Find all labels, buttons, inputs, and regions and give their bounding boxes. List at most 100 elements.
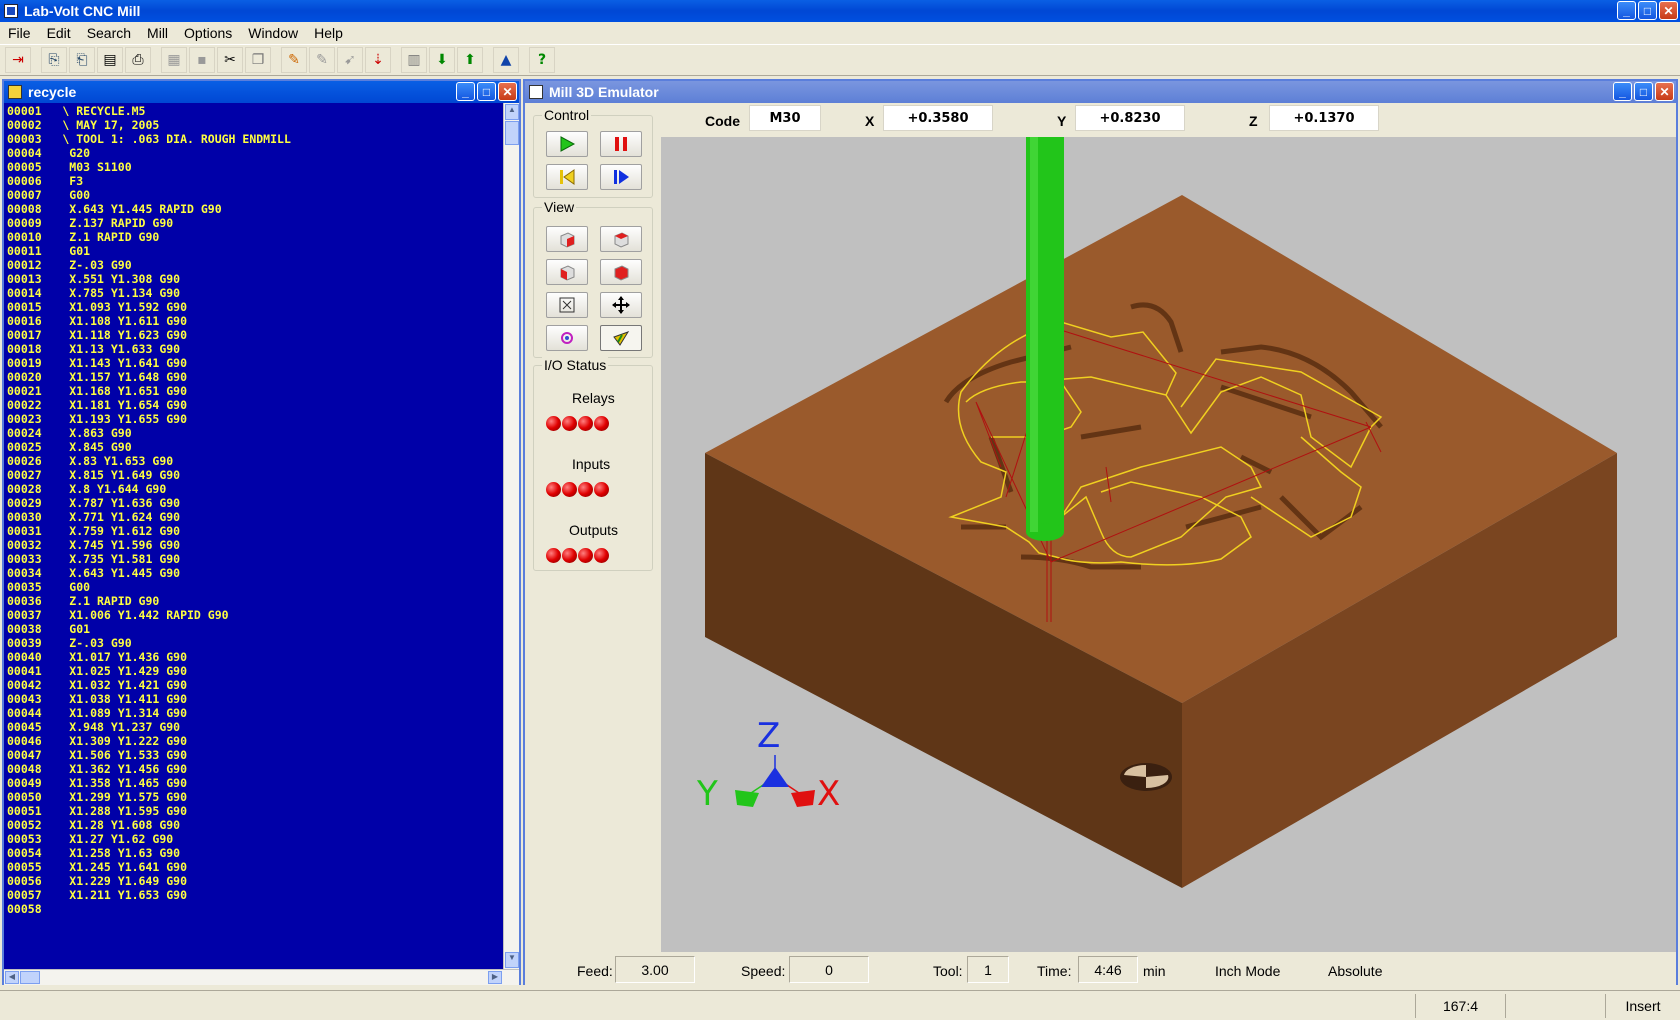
emulator-maximize-button[interactable]: □ [1634,82,1653,101]
close-button[interactable]: ✕ [1659,1,1678,20]
code-line[interactable]: 00038 G01 [7,622,503,636]
editor-close-button[interactable]: ✕ [498,82,517,101]
grid-icon[interactable]: ▥ [401,47,427,73]
view-iso-front-button[interactable] [546,226,588,252]
zoom-fit-button[interactable] [546,292,588,318]
scroll-thumb[interactable] [505,121,519,145]
minimize-button[interactable]: _ [1617,1,1636,20]
exit-icon[interactable]: ⇥ [5,47,31,73]
scroll-left-icon[interactable]: ◀ [5,971,19,984]
code-line[interactable]: 00019 X1.143 Y1.641 G90 [7,356,503,370]
code-line[interactable]: 00023 X1.193 Y1.655 G90 [7,412,503,426]
view-iso-side-button[interactable] [600,226,642,252]
rewind-button[interactable] [546,164,588,190]
code-line[interactable]: 00041 X1.025 Y1.429 G90 [7,664,503,678]
code-line[interactable]: 00053 X1.27 Y1.62 G90 [7,832,503,846]
print-icon[interactable]: ⎙ [125,47,151,73]
disabled-icon[interactable]: ▦ [161,47,187,73]
emulator-icon[interactable]: ▲ [493,47,519,73]
3d-viewport[interactable]: Z Y X [661,137,1676,952]
disabled-icon[interactable]: ▪ [189,47,215,73]
code-line[interactable]: 00016 X1.108 Y1.611 G90 [7,314,503,328]
code-line[interactable]: 00036 Z.1 RAPID G90 [7,594,503,608]
code-line[interactable]: 00011 G01 [7,244,503,258]
code-line[interactable]: 00047 X1.506 Y1.533 G90 [7,748,503,762]
code-line[interactable]: 00051 X1.288 Y1.595 G90 [7,804,503,818]
emulator-close-button[interactable]: ✕ [1655,82,1674,101]
code-line[interactable]: 00015 X1.093 Y1.592 G90 [7,300,503,314]
code-line[interactable]: 00042 X1.032 Y1.421 G90 [7,678,503,692]
code-line[interactable]: 00029 X.787 Y1.636 G90 [7,496,503,510]
code-line[interactable]: 00003 \ TOOL 1: .063 DIA. ROUGH ENDMILL [7,132,503,146]
code-line[interactable]: 00028 X.8 Y1.644 G90 [7,482,503,496]
code-line[interactable]: 00044 X1.089 Y1.314 G90 [7,706,503,720]
code-line[interactable]: 00033 X.735 Y1.581 G90 [7,552,503,566]
play-button[interactable] [546,131,588,157]
open-icon[interactable]: ⎘ [41,47,67,73]
maximize-button[interactable]: □ [1638,1,1657,20]
code-line[interactable]: 00045 X.948 Y1.237 G90 [7,720,503,734]
code-line[interactable]: 00035 G00 [7,580,503,594]
menu-search[interactable]: Search [79,25,139,41]
menu-mill[interactable]: Mill [139,25,176,41]
code-line[interactable]: 00039 Z-.03 G90 [7,636,503,650]
view-right-button[interactable] [600,259,642,285]
code-line[interactable]: 00002 \ MAY 17, 2005 [7,118,503,132]
find-icon[interactable]: ✎ [281,47,307,73]
code-line[interactable]: 00013 X.551 Y1.308 G90 [7,272,503,286]
code-line[interactable]: 00022 X1.181 Y1.654 G90 [7,398,503,412]
code-line[interactable]: 00043 X1.038 Y1.411 G90 [7,692,503,706]
code-line[interactable]: 00017 X1.118 Y1.623 G90 [7,328,503,342]
code-line[interactable]: 00012 Z-.03 G90 [7,258,503,272]
scroll-up-icon[interactable]: ▲ [505,104,519,120]
code-line[interactable]: 00054 X1.258 Y1.63 G90 [7,846,503,860]
toolpath-toggle-button[interactable] [600,325,642,351]
code-line[interactable]: 00006 F3 [7,174,503,188]
menu-file[interactable]: File [0,25,39,41]
save-icon[interactable]: ⎗ [69,47,95,73]
code-line[interactable]: 00018 X1.13 Y1.633 G90 [7,342,503,356]
download-icon[interactable]: ⬇ [429,47,455,73]
code-line[interactable]: 00020 X1.157 Y1.648 G90 [7,370,503,384]
pan-button[interactable] [600,292,642,318]
menu-edit[interactable]: Edit [39,25,79,41]
find-disabled-icon[interactable]: ✎ [309,47,335,73]
code-line[interactable]: 00055 X1.245 Y1.641 G90 [7,860,503,874]
code-line[interactable]: 00010 Z.1 RAPID G90 [7,230,503,244]
code-line[interactable]: 00005 M03 S1100 [7,160,503,174]
code-line[interactable]: 00024 X.863 G90 [7,426,503,440]
copy-icon[interactable]: ❐ [245,47,271,73]
jump-icon[interactable]: ⇣ [365,47,391,73]
scroll-right-icon[interactable]: ▶ [488,971,502,984]
code-line[interactable]: 00008 X.643 Y1.445 RAPID G90 [7,202,503,216]
upload-icon[interactable]: ⬆ [457,47,483,73]
code-line[interactable]: 00037 X1.006 Y1.442 RAPID G90 [7,608,503,622]
help-icon[interactable]: ? [529,47,555,73]
stop-button[interactable] [600,131,642,157]
code-line[interactable]: 00014 X.785 Y1.134 G90 [7,286,503,300]
code-line[interactable]: 00030 X.771 Y1.624 G90 [7,510,503,524]
editor-horizontal-scrollbar[interactable]: ◀ ▶ [4,969,519,985]
code-line[interactable]: 00034 X.643 Y1.445 G90 [7,566,503,580]
rotate-button[interactable] [546,325,588,351]
code-line[interactable]: 00031 X.759 Y1.612 G90 [7,524,503,538]
code-line[interactable]: 00052 X1.28 Y1.608 G90 [7,818,503,832]
emulator-minimize-button[interactable]: _ [1613,82,1632,101]
cut-icon[interactable]: ✂ [217,47,243,73]
code-line[interactable]: 00007 G00 [7,188,503,202]
code-line[interactable]: 00032 X.745 Y1.596 G90 [7,538,503,552]
menu-help[interactable]: Help [306,25,351,41]
code-line[interactable]: 00058 [7,902,503,916]
gcode-editor[interactable]: 00001 \ RECYCLE.M5 00002 \ MAY 17, 2005 00… [4,103,503,969]
step-button[interactable] [600,164,642,190]
code-line[interactable]: 00057 X1.211 Y1.653 G90 [7,888,503,902]
code-line[interactable]: 00049 X1.358 Y1.465 G90 [7,776,503,790]
view-left-button[interactable] [546,259,588,285]
code-line[interactable]: 00027 X.815 Y1.649 G90 [7,468,503,482]
editor-minimize-button[interactable]: _ [456,82,475,101]
editor-maximize-button[interactable]: □ [477,82,496,101]
code-line[interactable]: 00004 G20 [7,146,503,160]
code-line[interactable]: 00026 X.83 Y1.653 G90 [7,454,503,468]
code-line[interactable]: 00001 \ RECYCLE.M5 [7,104,503,118]
menu-window[interactable]: Window [240,25,306,41]
